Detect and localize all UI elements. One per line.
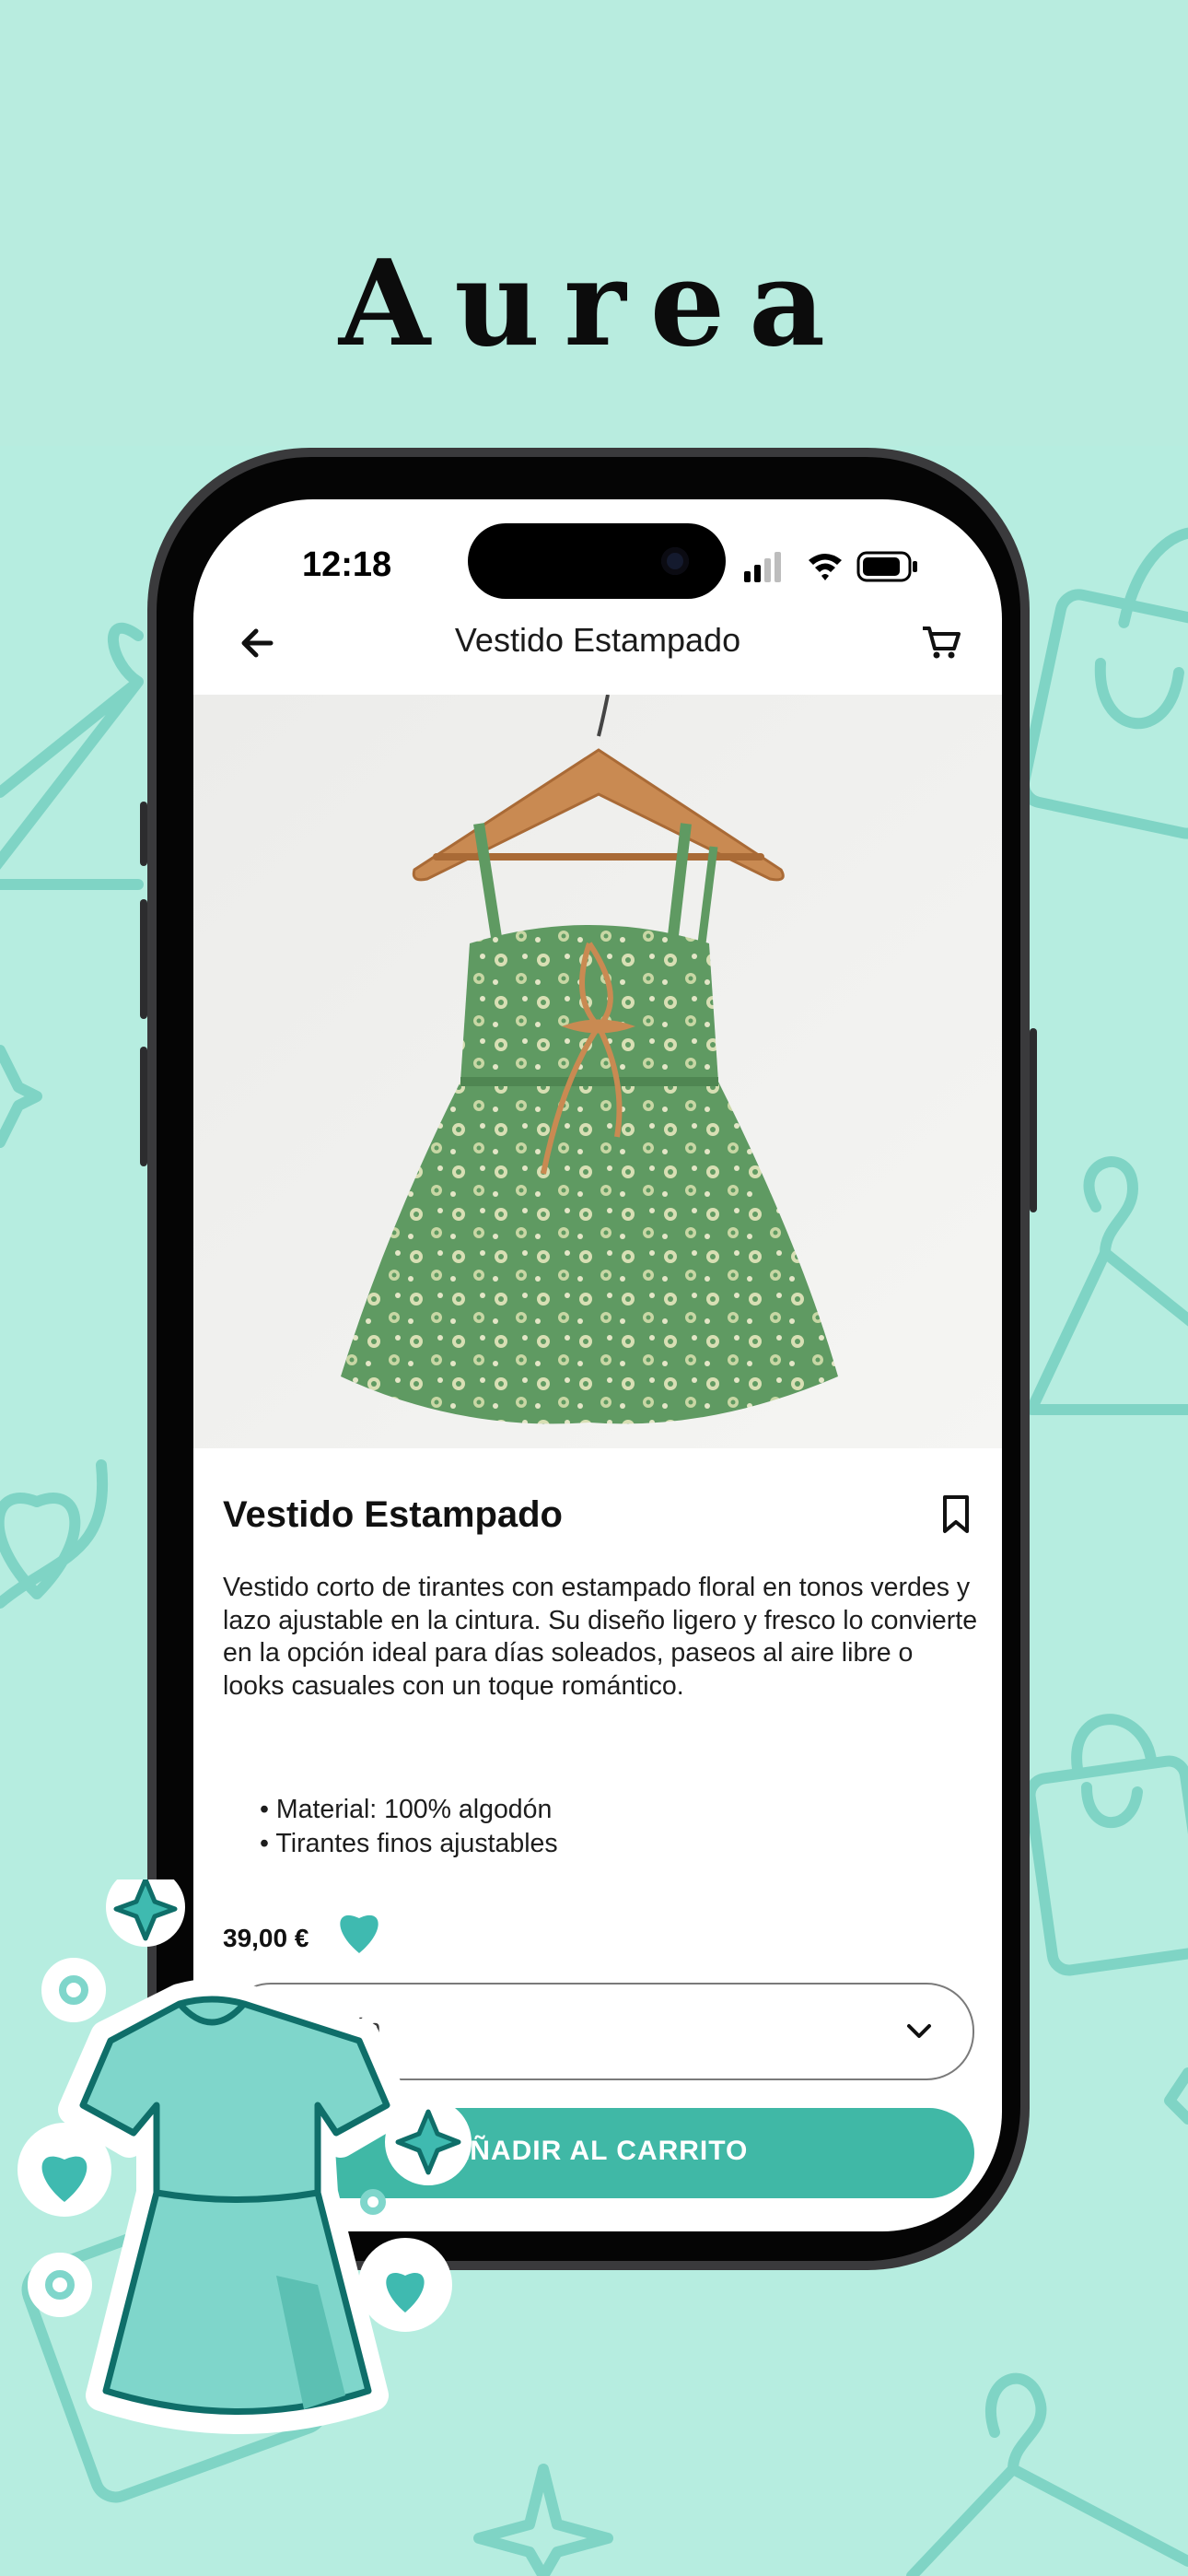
- phone-button: [1030, 1028, 1037, 1212]
- list-item: Material: 100% algodón: [260, 1793, 558, 1827]
- battery-icon: [856, 551, 917, 582]
- wifi-icon: [809, 554, 842, 580]
- product-description: Vestido corto de tirantes con estampado …: [223, 1573, 978, 1701]
- list-item: Tirantes finos ajustables: [260, 1827, 557, 1861]
- phone-button: [140, 802, 147, 866]
- status-icons: [744, 551, 917, 582]
- product-title: Vestido Estampado: [223, 1494, 563, 1535]
- cart-icon[interactable]: [912, 614, 967, 669]
- feature-list: Material: 100% algodón Tirantes finos aj…: [260, 1793, 558, 1861]
- dynamic-island: [468, 523, 726, 599]
- header-band: [0, 0, 1188, 446]
- chevron-down-icon: [907, 2024, 931, 2038]
- phone-button: [140, 899, 147, 1019]
- camera-icon: [661, 547, 689, 575]
- signal-icon: [744, 552, 781, 582]
- phone-button: [140, 1047, 147, 1166]
- status-time: 12:18: [302, 545, 392, 584]
- page-title: Vestido Estampado: [454, 621, 741, 659]
- brand-logo: Aurea: [338, 235, 850, 373]
- bookmark-icon[interactable]: [938, 1493, 974, 1537]
- dress-sticker: [17, 1879, 472, 2434]
- product-image[interactable]: [193, 695, 1002, 1448]
